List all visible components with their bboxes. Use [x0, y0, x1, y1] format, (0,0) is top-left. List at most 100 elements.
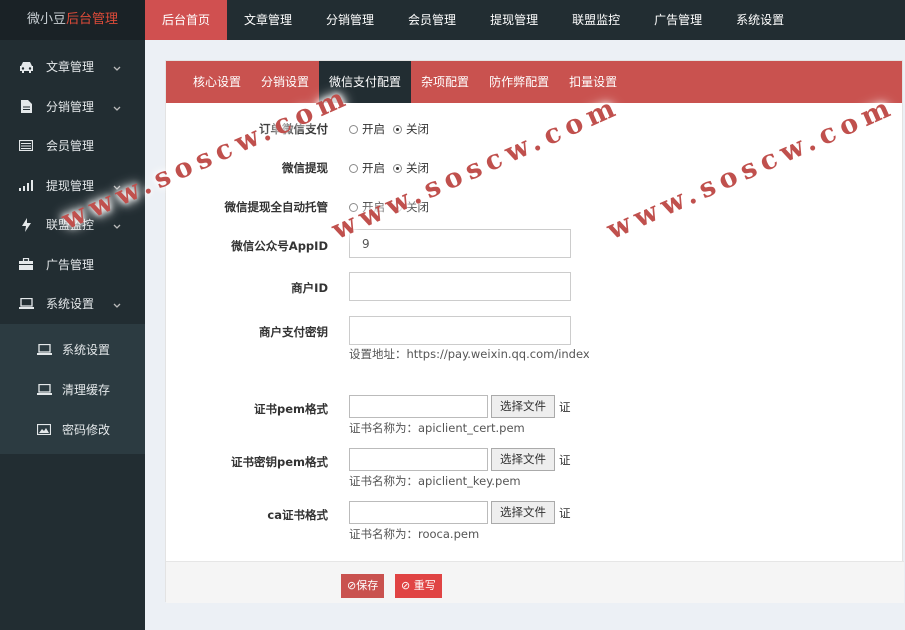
sidebar-subitem-clear-cache[interactable]: 清理缓存 [0, 370, 145, 410]
tab-wechat-pay[interactable]: 微信支付配置 [319, 61, 412, 103]
key-pem-tail-text: 证 [559, 453, 571, 467]
order-pay-off[interactable]: 关闭 [393, 121, 429, 137]
merchant-key-hint: 设置地址：https://pay.weixin.qq.com/index.php… [349, 347, 589, 361]
sidebar-item-members[interactable]: 会员管理 [0, 126, 145, 166]
sidebar-item-label: 会员管理 [46, 139, 95, 154]
topnav-system[interactable]: 系统设置 [719, 0, 801, 40]
radio-button[interactable] [349, 202, 358, 212]
withdraw-off[interactable]: 关闭 [393, 160, 429, 176]
sidebar-item-withdraw[interactable]: 提现管理 [0, 166, 145, 206]
withdraw-radios: 开启 关闭 [349, 160, 437, 176]
sidebar-item-articles[interactable]: 文章管理 [0, 47, 145, 87]
ca-choose-file-button[interactable]: 选择文件 [491, 501, 555, 524]
radio-label: 关闭 [406, 122, 429, 136]
topnav-alliance[interactable]: 联盟监控 [555, 0, 637, 40]
sidebar: 文章管理 分销管理 会员管理 提现管理 联盟监控 广告管理 系统设置 系统设置 [0, 40, 145, 630]
ca-file-input[interactable] [349, 501, 488, 524]
sidebar-item-label: 系统设置 [46, 297, 95, 312]
chevron-down-icon [113, 180, 121, 194]
tab-anti-cheat[interactable]: 防作弊配置 [479, 61, 559, 103]
auto-host-radios: 开启 关闭 [349, 199, 437, 215]
radio-label: 开启 [362, 200, 385, 214]
sidebar-item-label: 联盟监控 [46, 218, 95, 233]
merchant-id-input[interactable] [349, 272, 571, 301]
brand-text: 微小豆 [26, 12, 66, 27]
brand-logo[interactable]: 微小豆后台管理 [0, 0, 145, 40]
sidebar-item-alliance[interactable]: 联盟监控 [0, 205, 145, 245]
radio-button[interactable] [349, 124, 358, 134]
main-content: 核心设置 分销设置 微信支付配置 杂项配置 防作弊配置 扣量设置 订单微信支付 … [145, 40, 905, 630]
laptop-icon [36, 383, 52, 397]
radio-button[interactable] [349, 163, 358, 173]
radio-label: 开启 [362, 161, 385, 175]
sidebar-item-label: 分销管理 [46, 99, 95, 114]
topnav-home[interactable]: 后台首页 [145, 0, 228, 40]
merchant-key-label: 商户支付密钥 [259, 325, 328, 339]
radio-button[interactable] [393, 124, 402, 134]
card-icon [18, 139, 34, 153]
ca-label: ca证书格式 [267, 508, 328, 522]
appid-label: 微信公众号AppID [231, 239, 328, 253]
key-pem-choose-file-button[interactable]: 选择文件 [491, 448, 555, 471]
sidebar-item-ads[interactable]: 广告管理 [0, 245, 145, 285]
image-icon [36, 423, 52, 437]
radio-label: 开启 [362, 122, 385, 136]
top-navbar: 微小豆后台管理 后台首页 文章管理 分销管理 会员管理 提现管理 联盟监控 广告… [0, 0, 905, 40]
radio-button[interactable] [393, 202, 402, 212]
laptop-icon [18, 297, 34, 311]
save-button[interactable]: ⊘保存 [341, 574, 385, 598]
auto-host-label: 微信提现全自动托管 [224, 200, 329, 214]
sidebar-item-label: 密码修改 [62, 423, 111, 437]
order-pay-radios: 开启 关闭 [349, 121, 437, 137]
topnav-articles[interactable]: 文章管理 [227, 0, 309, 40]
chevron-down-icon [113, 219, 121, 233]
withdraw-on[interactable]: 开启 [349, 160, 385, 176]
tab-deduction[interactable]: 扣量设置 [559, 61, 627, 103]
tab-core-settings[interactable]: 核心设置 [183, 61, 251, 103]
sidebar-submenu: 系统设置 清理缓存 密码修改 [0, 323, 145, 454]
sidebar-subitem-password[interactable]: 密码修改 [0, 410, 145, 450]
bolt-icon [18, 217, 34, 232]
order-pay-on[interactable]: 开启 [349, 121, 385, 137]
sidebar-item-label: 系统设置 [62, 343, 111, 357]
laptop-icon [36, 343, 52, 357]
merchant-id-label: 商户ID [291, 281, 328, 295]
sidebar-item-label: 清理缓存 [62, 383, 111, 397]
radio-button[interactable] [393, 163, 402, 173]
sidebar-item-system[interactable]: 系统设置 [0, 284, 145, 324]
sidebar-subitem-system-settings[interactable]: 系统设置 [0, 330, 145, 370]
topnav-distribution[interactable]: 分销管理 [309, 0, 391, 40]
auto-host-on[interactable]: 开启 [349, 199, 385, 215]
key-pem-file-input[interactable] [349, 448, 488, 471]
auto-host-off[interactable]: 关闭 [393, 199, 429, 215]
cert-hint: 证书名称为：apiclient_cert.pem [349, 421, 525, 435]
key-pem-label: 证书密钥pem格式 [230, 455, 328, 469]
chevron-down-icon [113, 61, 121, 75]
save-label: 保存 [356, 579, 379, 592]
sidebar-item-label: 文章管理 [46, 60, 95, 75]
sidebar-item-distribution[interactable]: 分销管理 [0, 87, 145, 127]
chevron-down-icon [113, 298, 121, 312]
car-icon [18, 60, 34, 74]
radio-label: 关闭 [406, 161, 429, 175]
briefcase-icon [18, 257, 34, 271]
top-menu: 后台首页 文章管理 分销管理 会员管理 提现管理 联盟监控 广告管理 系统设置 [145, 0, 801, 40]
tab-distribution-settings[interactable]: 分销设置 [251, 61, 319, 103]
save-icon: ⊘ [347, 579, 357, 592]
withdraw-label: 微信提现 [282, 161, 328, 175]
reset-label: 重写 [413, 579, 436, 592]
reset-icon: ⊘ [401, 579, 414, 592]
appid-input[interactable] [349, 229, 571, 258]
cert-choose-file-button[interactable]: 选择文件 [491, 395, 555, 418]
merchant-key-input[interactable] [349, 316, 571, 345]
tab-bar: 核心设置 分销设置 微信支付配置 杂项配置 防作弊配置 扣量设置 [166, 61, 902, 103]
cert-file-input[interactable] [349, 395, 488, 418]
topnav-members[interactable]: 会员管理 [391, 0, 473, 40]
signal-icon [18, 178, 34, 192]
tab-misc[interactable]: 杂项配置 [411, 61, 479, 103]
reset-button[interactable]: ⊘ 重写 [395, 574, 442, 598]
topnav-withdraw[interactable]: 提现管理 [473, 0, 555, 40]
cert-label: 证书pem格式 [253, 402, 328, 416]
sidebar-item-label: 广告管理 [46, 257, 95, 272]
topnav-ads[interactable]: 广告管理 [637, 0, 719, 40]
